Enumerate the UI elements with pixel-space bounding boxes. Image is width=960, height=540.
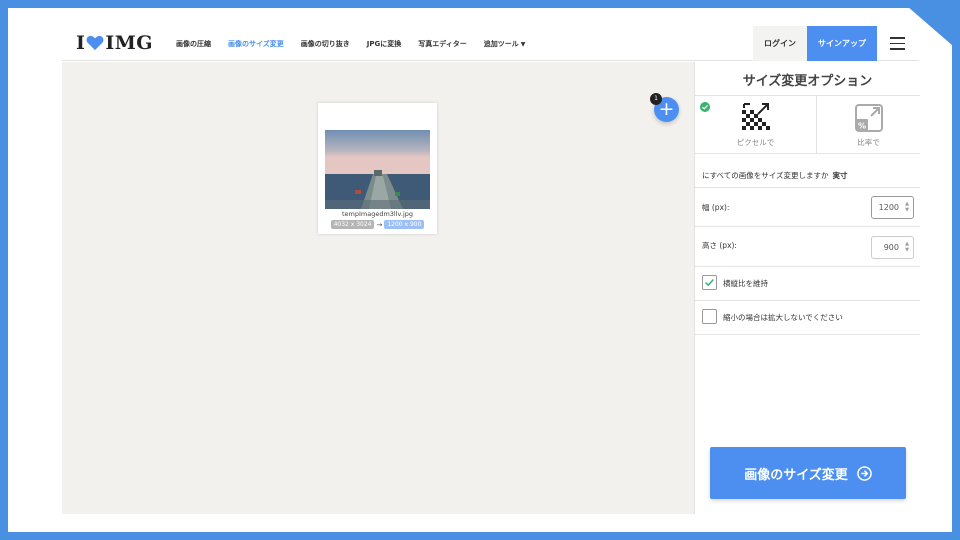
mode-by-percentage[interactable]: % 比率で: [816, 96, 920, 154]
keep-ratio-checkbox[interactable]: [702, 275, 717, 290]
logo-text-left: I: [76, 32, 86, 54]
mode-percent-label: 比率で: [857, 138, 880, 147]
width-stepper-icon[interactable]: ▲ ▼: [905, 201, 909, 213]
height-input[interactable]: 900 ▲ ▼: [871, 236, 914, 259]
svg-text:%: %: [857, 122, 865, 131]
height-label: 高さ (px):: [702, 241, 737, 250]
hamburger-menu-icon[interactable]: [890, 37, 905, 50]
width-row: 幅 (px): 1200 ▲ ▼: [695, 187, 920, 227]
resize-images-button[interactable]: 画像のサイズ変更: [710, 447, 906, 499]
new-size-badge: 1200 x 900: [384, 220, 425, 229]
nav-compress[interactable]: 画像の圧縮: [176, 39, 211, 49]
mode-pixels-label: ピクセルで: [736, 138, 775, 147]
keep-ratio-label: 横縦比を維持: [723, 279, 768, 288]
arrow-right-icon: →: [376, 220, 383, 229]
height-value: 900: [883, 243, 899, 252]
pixel-resize-icon: [741, 103, 770, 130]
resize-button-label: 画像のサイズ変更: [744, 467, 848, 483]
width-value: 1200: [878, 203, 899, 212]
panel-title: サイズ変更オプション: [742, 74, 873, 89]
nav-photo-editor[interactable]: 写真エディター: [418, 39, 467, 49]
resize-options-panel: サイズ変更オプション ピクセルで % 比率で にすべての画像をサイズ変更しますか…: [694, 62, 920, 514]
logo-text-right: IMG: [105, 32, 154, 54]
arrow-circle-right-icon: [857, 465, 872, 481]
original-size-badge: 4032 x 3024: [330, 220, 375, 229]
image-thumbnail: [325, 130, 430, 209]
nav-resize[interactable]: 画像のサイズ変更: [228, 39, 284, 49]
width-input[interactable]: 1200 ▲ ▼: [871, 196, 914, 219]
width-label: 幅 (px):: [702, 203, 730, 212]
file-dimensions: 4032 x 3024 → 1200 x 900: [318, 220, 437, 229]
resize-question-bold: 実寸: [832, 171, 848, 180]
nav-crop[interactable]: 画像の切り抜き: [301, 39, 350, 49]
caret-down-icon: ▼: [520, 40, 526, 48]
no-enlarge-row: 縮小の場合は拡大しないでください: [695, 301, 920, 335]
selected-check-icon: [700, 102, 710, 112]
height-row: 高さ (px): 900 ▲ ▼: [695, 227, 920, 267]
no-enlarge-label: 縮小の場合は拡大しないでください: [723, 313, 843, 322]
file-workspace: tempImagedm3llv.jpg 4032 x 3024 → 1200 x…: [62, 62, 694, 514]
login-button[interactable]: ログイン: [753, 26, 807, 61]
nav-more-tools[interactable]: 追加ツール ▼: [484, 39, 526, 49]
nav-more-tools-label: 追加ツール: [483, 39, 519, 48]
signup-button[interactable]: サインアップ: [807, 26, 877, 61]
no-enlarge-checkbox[interactable]: [702, 309, 717, 324]
top-navbar: I IMG 画像の圧縮 画像のサイズ変更 画像の切り抜き JPGに変換 写真エデ…: [62, 26, 919, 61]
nav-convert-jpg[interactable]: JPGに変換: [367, 39, 401, 49]
main-nav: 画像の圧縮 画像のサイズ変更 画像の切り抜き JPGに変換 写真エディター 追加…: [176, 26, 542, 61]
logo[interactable]: I IMG: [76, 32, 153, 54]
height-stepper-icon[interactable]: ▲ ▼: [905, 241, 909, 253]
mode-by-pixels[interactable]: ピクセルで: [695, 96, 816, 154]
heart-icon: [86, 35, 104, 51]
file-count-badge: 1: [650, 93, 662, 105]
resize-question-text: にすべての画像をサイズ変更しますか: [702, 171, 829, 180]
file-card[interactable]: tempImagedm3llv.jpg 4032 x 3024 → 1200 x…: [318, 103, 437, 234]
file-name: tempImagedm3llv.jpg: [341, 210, 414, 218]
resize-question: にすべての画像をサイズ変更しますか 実寸: [702, 170, 848, 181]
keep-ratio-row: 横縦比を維持: [695, 267, 920, 301]
resize-mode-selector: ピクセルで % 比率で: [695, 95, 920, 154]
percent-resize-icon: %: [854, 104, 883, 132]
